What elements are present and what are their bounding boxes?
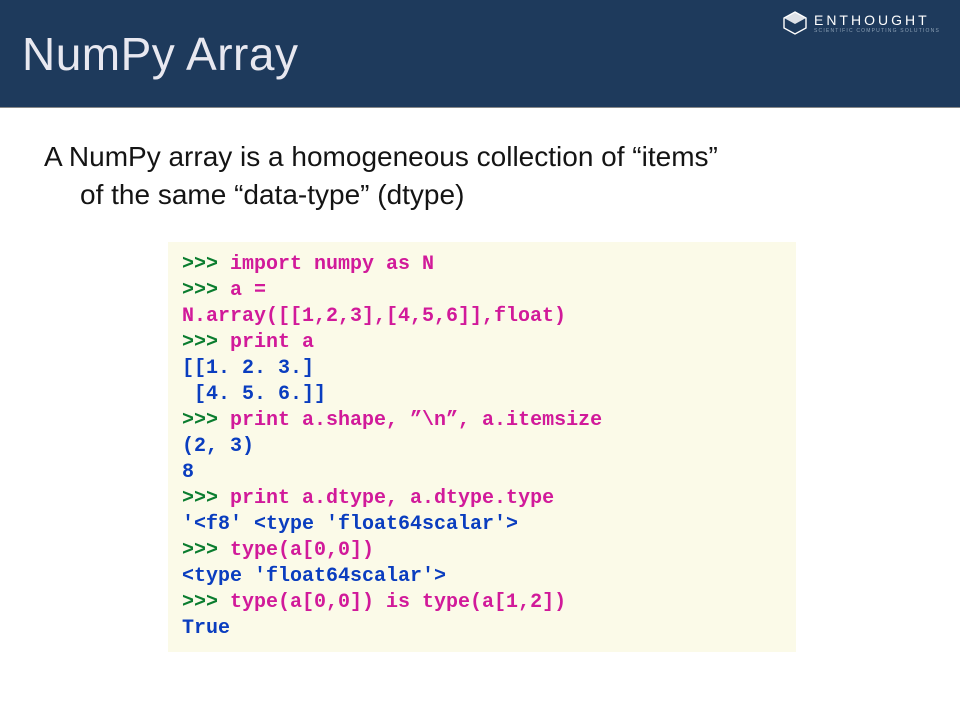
intro-line-1: A NumPy array is a homogeneous collectio… <box>44 138 920 176</box>
code-input: print a.dtype, a.dtype.type <box>230 487 554 510</box>
code-output: True <box>182 617 230 640</box>
code-prompt: >>> <box>182 539 230 562</box>
code-input: import numpy as N <box>230 253 434 276</box>
enthought-icon <box>782 10 808 36</box>
code-prompt: >>> <box>182 331 230 354</box>
slide-title: NumPy Array <box>0 27 298 81</box>
code-output: (2, 3) <box>182 435 254 458</box>
code-input: print a <box>230 331 314 354</box>
code-prompt: >>> <box>182 253 230 276</box>
brand-tagline: SCIENTIFIC COMPUTING SOLUTIONS <box>814 29 940 34</box>
code-input: a = <box>230 279 266 302</box>
slide-body: A NumPy array is a homogeneous collectio… <box>0 108 960 652</box>
brand-logo: ENTHOUGHT SCIENTIFIC COMPUTING SOLUTIONS <box>782 10 940 36</box>
code-input: print a.shape, ”\n”, a.itemsize <box>230 409 602 432</box>
intro-line-2: of the same “data-type” (dtype) <box>44 176 920 214</box>
code-output: '<f8' <type 'float64scalar'> <box>182 513 518 536</box>
code-input: N.array([[1,2,3],[4,5,6]],float) <box>182 305 566 328</box>
code-output: <type 'float64scalar'> <box>182 565 446 588</box>
code-example: >>> import numpy as N >>> a = N.array([[… <box>168 242 796 652</box>
code-input: type(a[0,0]) <box>230 539 374 562</box>
code-output: [[1. 2. 3.] <box>182 357 314 380</box>
brand-name: ENTHOUGHT <box>814 13 940 27</box>
brand-text-wrap: ENTHOUGHT SCIENTIFIC COMPUTING SOLUTIONS <box>814 13 940 34</box>
code-output: [4. 5. 6.]] <box>182 383 326 406</box>
code-output: 8 <box>182 461 194 484</box>
slide-header: NumPy Array ENTHOUGHT SCIENTIFIC COMPUTI… <box>0 0 960 108</box>
intro-paragraph: A NumPy array is a homogeneous collectio… <box>40 138 920 214</box>
code-prompt: >>> <box>182 409 230 432</box>
code-input: type(a[0,0]) is type(a[1,2]) <box>230 591 566 614</box>
code-prompt: >>> <box>182 591 230 614</box>
code-prompt: >>> <box>182 279 230 302</box>
code-prompt: >>> <box>182 487 230 510</box>
